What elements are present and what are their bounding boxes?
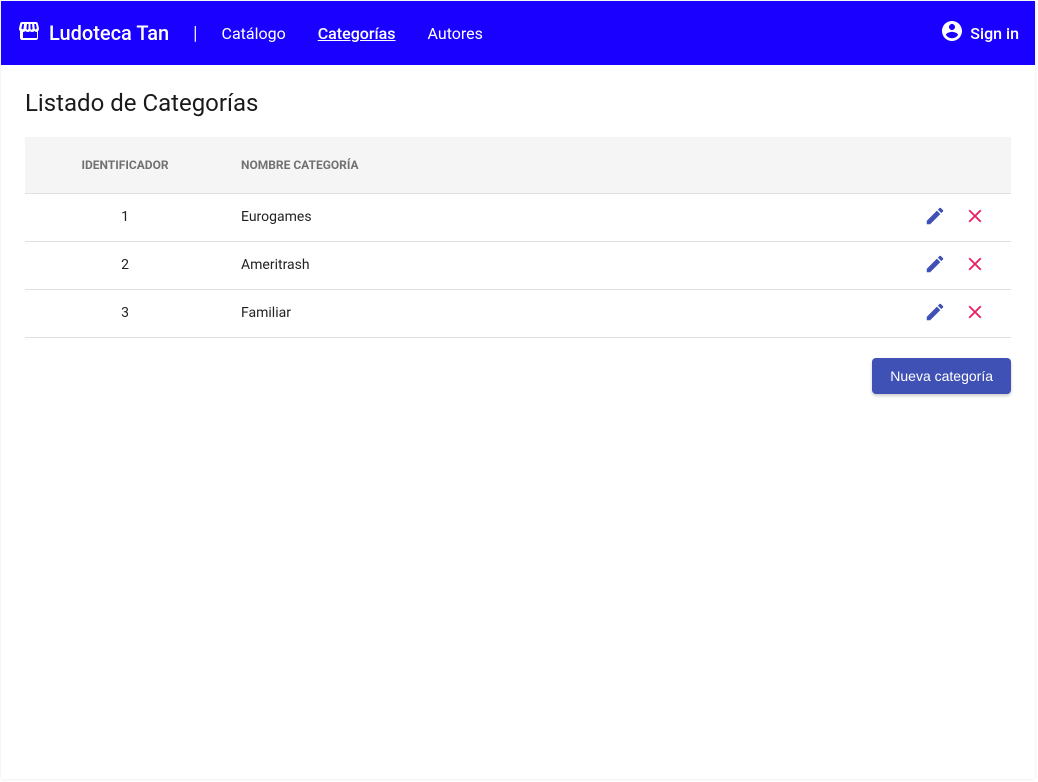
cell-id: 2 xyxy=(25,241,225,289)
close-icon xyxy=(964,205,986,230)
brand-title: Ludoteca Tan xyxy=(49,21,169,45)
cell-name: Familiar xyxy=(225,289,891,337)
main-content: Listado de Categorías IDENTIFICADOR NOMB… xyxy=(1,65,1035,418)
cell-actions xyxy=(891,241,1011,289)
delete-button[interactable] xyxy=(955,293,995,333)
cell-name: Eurogames xyxy=(225,193,891,241)
app-toolbar: Ludoteca Tan | Catálogo Categorías Autor… xyxy=(1,1,1035,65)
categories-table: IDENTIFICADOR NOMBRE CATEGORÍA 1Eurogame… xyxy=(25,137,1011,338)
nav-categories[interactable]: Categorías xyxy=(318,24,396,43)
signin-button[interactable]: Sign in xyxy=(940,19,1019,47)
table-row: 2Ameritrash xyxy=(25,241,1011,289)
cell-name: Ameritrash xyxy=(225,241,891,289)
cell-id: 1 xyxy=(25,193,225,241)
main-nav: Catálogo Categorías Autores xyxy=(222,24,483,43)
header-id: IDENTIFICADOR xyxy=(25,137,225,193)
cell-actions xyxy=(891,193,1011,241)
nav-authors[interactable]: Autores xyxy=(428,24,483,43)
page-title: Listado de Categorías xyxy=(25,89,1011,117)
nav-separator: | xyxy=(193,23,197,44)
edit-button[interactable] xyxy=(915,245,955,285)
edit-icon xyxy=(924,301,946,326)
delete-button[interactable] xyxy=(955,197,995,237)
header-actions xyxy=(891,137,1011,193)
new-category-button[interactable]: Nueva categoría xyxy=(872,358,1011,394)
account-circle-icon xyxy=(940,19,964,47)
cell-actions xyxy=(891,289,1011,337)
table-row: 1Eurogames xyxy=(25,193,1011,241)
header-name: NOMBRE CATEGORÍA xyxy=(225,137,891,193)
cell-id: 3 xyxy=(25,289,225,337)
edit-button[interactable] xyxy=(915,293,955,333)
delete-button[interactable] xyxy=(955,245,995,285)
brand: Ludoteca Tan xyxy=(17,19,169,48)
close-icon xyxy=(964,253,986,278)
close-icon xyxy=(964,301,986,326)
signin-label: Sign in xyxy=(970,24,1019,43)
button-bar: Nueva categoría xyxy=(25,358,1011,394)
table-row: 3Familiar xyxy=(25,289,1011,337)
nav-catalog[interactable]: Catálogo xyxy=(222,24,286,43)
edit-button[interactable] xyxy=(915,197,955,237)
edit-icon xyxy=(924,253,946,278)
storefront-icon xyxy=(17,19,41,48)
edit-icon xyxy=(924,205,946,230)
